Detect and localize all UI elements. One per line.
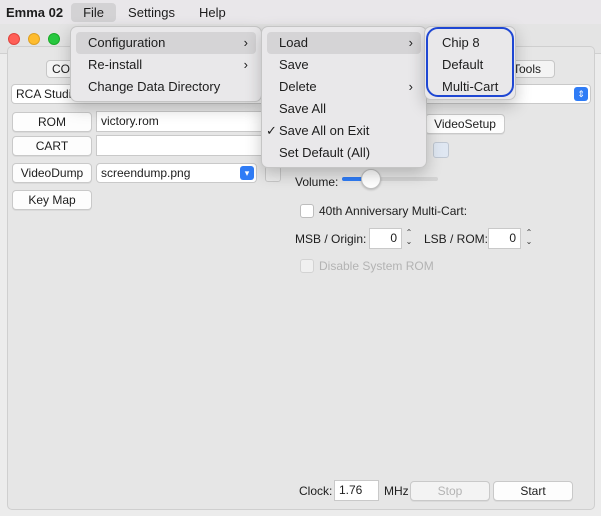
menu-item-load-label: Load bbox=[279, 35, 308, 50]
menu-settings[interactable]: Settings bbox=[116, 3, 187, 22]
chevron-down-icon: ▾ bbox=[240, 166, 254, 180]
highlight-ring bbox=[426, 27, 514, 97]
videodump-select-value: screendump.png bbox=[101, 166, 191, 180]
close-button[interactable] bbox=[8, 33, 20, 45]
volume-slider-knob[interactable] bbox=[360, 169, 381, 189]
save-disk-icon[interactable] bbox=[265, 166, 281, 182]
menu-item-save[interactable]: Save bbox=[267, 54, 421, 76]
lsb-field[interactable]: 0 bbox=[488, 228, 521, 249]
computer-select-value: RCA Studio bbox=[16, 87, 79, 101]
clock-label: Clock: bbox=[299, 484, 333, 498]
chevron-right-icon: › bbox=[408, 79, 413, 94]
cart-field[interactable] bbox=[96, 135, 262, 156]
msb-field[interactable]: 0 bbox=[369, 228, 402, 249]
msb-label: MSB / Origin: bbox=[295, 232, 367, 246]
menu-item-delete-label: Delete bbox=[279, 79, 317, 94]
anniversary-checkbox[interactable] bbox=[300, 204, 314, 218]
app-name[interactable]: Emma 02 bbox=[0, 5, 71, 20]
menu-item-configuration[interactable]: Configuration › bbox=[76, 32, 256, 54]
menu-item-save-all-on-exit[interactable]: ✓ Save All on Exit bbox=[266, 120, 421, 142]
menu-item-change-data-directory-label: Change Data Directory bbox=[88, 79, 221, 94]
menu-item-save-all[interactable]: Save All bbox=[267, 98, 421, 120]
lsb-label: LSB / ROM: bbox=[424, 232, 489, 246]
menu-item-save-all-on-exit-label: Save All on Exit bbox=[279, 123, 370, 138]
menu-item-save-all-label: Save All bbox=[279, 101, 326, 116]
rom-button[interactable]: ROM bbox=[12, 112, 92, 132]
msb-stepper[interactable]: ⌃ ⌄ bbox=[404, 228, 414, 248]
menu-item-set-default-label: Set Default (All) bbox=[279, 145, 371, 160]
videosetup-button[interactable]: VideoSetup bbox=[425, 114, 505, 134]
videodump-select[interactable]: screendump.png ▾ bbox=[96, 163, 257, 183]
menu-item-delete[interactable]: Delete › bbox=[267, 76, 421, 98]
mhz-label: MHz bbox=[384, 484, 409, 498]
stop-button[interactable]: Stop bbox=[410, 481, 490, 501]
chevron-right-icon: › bbox=[408, 35, 413, 50]
screen-icon[interactable] bbox=[433, 142, 449, 158]
keymap-button[interactable]: Key Map bbox=[12, 190, 92, 210]
menu-item-reinstall[interactable]: Re-install › bbox=[76, 54, 256, 76]
menu-item-save-label: Save bbox=[279, 57, 309, 72]
disable-rom-checkbox[interactable] bbox=[300, 259, 314, 273]
file-menu: Configuration › Re-install › Change Data D… bbox=[70, 26, 262, 102]
cart-button[interactable]: CART bbox=[12, 136, 92, 156]
menu-bar: Emma 02 File Settings Help bbox=[0, 0, 601, 24]
menu-file[interactable]: File bbox=[71, 2, 117, 22]
disable-rom-label: Disable System ROM bbox=[319, 259, 434, 273]
configuration-submenu: Load › Save Delete › Save All ✓ Save All on… bbox=[261, 26, 427, 168]
rom-field[interactable]: victory.rom bbox=[96, 111, 262, 132]
menu-item-reinstall-label: Re-install bbox=[88, 57, 143, 72]
volume-slider[interactable] bbox=[342, 169, 438, 189]
menu-item-change-data-directory[interactable]: Change Data Directory bbox=[76, 76, 256, 98]
menu-item-configuration-label: Configuration bbox=[88, 35, 166, 50]
volume-label: Volume: bbox=[295, 175, 339, 189]
chevron-right-icon: › bbox=[243, 57, 248, 72]
zoom-button[interactable] bbox=[48, 33, 60, 45]
minimize-button[interactable] bbox=[28, 33, 40, 45]
menu-item-load[interactable]: Load › bbox=[267, 32, 421, 54]
menu-item-set-default[interactable]: Set Default (All) bbox=[267, 142, 421, 164]
start-button[interactable]: Start bbox=[493, 481, 573, 501]
chevron-updown-icon: ⇕ bbox=[574, 87, 588, 101]
lsb-stepper[interactable]: ⌃ ⌄ bbox=[524, 228, 534, 248]
videodump-button[interactable]: VideoDump bbox=[12, 163, 92, 183]
anniversary-label: 40th Anniversary Multi-Cart: bbox=[319, 204, 468, 218]
menu-help[interactable]: Help bbox=[187, 3, 238, 22]
clock-field[interactable]: 1.76 bbox=[334, 480, 379, 501]
chevron-right-icon: › bbox=[243, 35, 248, 50]
checkmark-icon: ✓ bbox=[266, 123, 277, 138]
